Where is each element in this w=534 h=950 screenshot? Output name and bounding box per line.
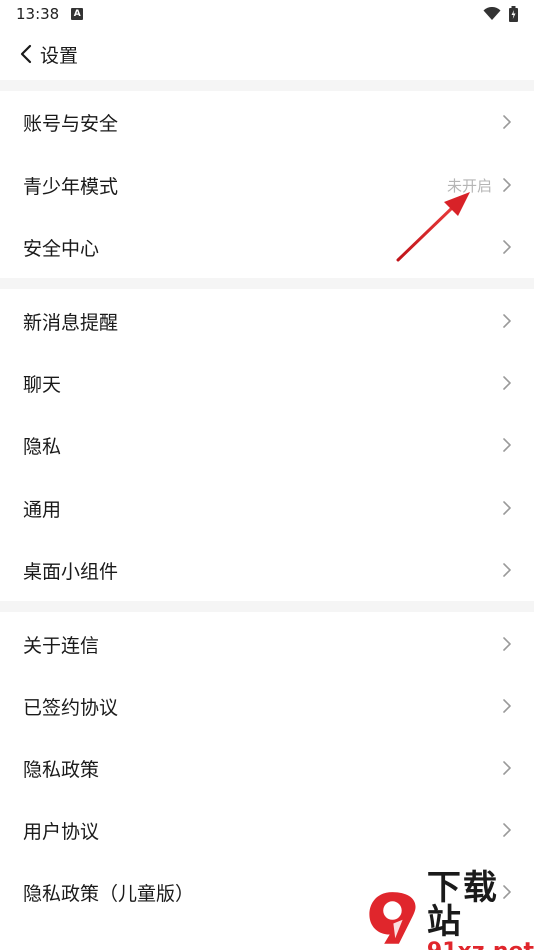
chevron-right-icon [503, 563, 511, 577]
notification-icon: A [71, 8, 84, 20]
row-label: 关于连信 [23, 634, 100, 657]
row-label: 用户协议 [23, 820, 100, 843]
settings-row-privacy[interactable]: 隐私 [0, 414, 534, 476]
row-label: 隐私政策（儿童版） [23, 882, 195, 905]
settings-row-user-agreement[interactable]: 用户协议 [0, 799, 534, 861]
settings-row-account-security[interactable]: 账号与安全 [0, 91, 534, 153]
row-label: 通用 [23, 498, 62, 521]
row-label: 桌面小组件 [23, 560, 119, 583]
chevron-right-icon [503, 115, 511, 129]
settings-row-new-message-alert[interactable]: 新消息提醒 [0, 290, 534, 352]
group-divider [0, 601, 534, 612]
settings-row-teen-mode[interactable]: 青少年模式 未开启 [0, 154, 534, 216]
row-label: 青少年模式 [23, 175, 119, 198]
settings-row-privacy-policy[interactable]: 隐私政策 [0, 737, 534, 799]
wifi-icon [483, 7, 501, 20]
chevron-right-icon [503, 823, 511, 837]
chevron-right-icon [503, 501, 511, 515]
teen-mode-status: 未开启 [446, 176, 492, 195]
battery-icon [509, 6, 518, 22]
watermark-brand: 下载站 [426, 868, 499, 942]
chevron-right-icon [503, 240, 511, 254]
row-label: 安全中心 [23, 237, 100, 260]
settings-row-security-center[interactable]: 安全中心 [0, 216, 534, 278]
chevron-right-icon [503, 438, 511, 452]
settings-row-signed-agreements[interactable]: 已签约协议 [0, 675, 534, 737]
status-time: 13:38 [16, 5, 60, 23]
settings-row-about[interactable]: 关于连信 [0, 613, 534, 675]
group-divider [0, 278, 534, 289]
status-indicators [483, 6, 518, 22]
status-bar: 13:38 A [0, 0, 534, 28]
chevron-right-icon [503, 699, 511, 713]
row-label: 隐私政策 [23, 758, 100, 781]
row-label: 隐私 [23, 435, 62, 458]
chevron-right-icon [503, 637, 511, 651]
row-label: 已签约协议 [23, 696, 119, 719]
settings-row-general[interactable]: 通用 [0, 477, 534, 539]
page-title: 设置 [40, 44, 79, 67]
watermark-url: 91xz.net [427, 941, 534, 950]
row-label: 新消息提醒 [23, 311, 119, 334]
brand-logo-icon [369, 892, 416, 944]
settings-row-chat[interactable]: 聊天 [0, 352, 534, 414]
chevron-right-icon [503, 178, 511, 192]
chevron-right-icon [503, 314, 511, 328]
watermark: 下载站 91xz.net [362, 871, 534, 950]
group-divider [0, 80, 534, 91]
watermark-text: 下载站 91xz.net [427, 871, 534, 950]
chevron-right-icon [503, 761, 511, 775]
chevron-left-icon[interactable] [18, 43, 36, 65]
settings-row-desktop-widget[interactable]: 桌面小组件 [0, 539, 534, 601]
chevron-right-icon [503, 376, 511, 390]
row-label: 账号与安全 [23, 112, 119, 135]
header: 设置 [0, 30, 534, 78]
row-label: 聊天 [23, 373, 62, 396]
